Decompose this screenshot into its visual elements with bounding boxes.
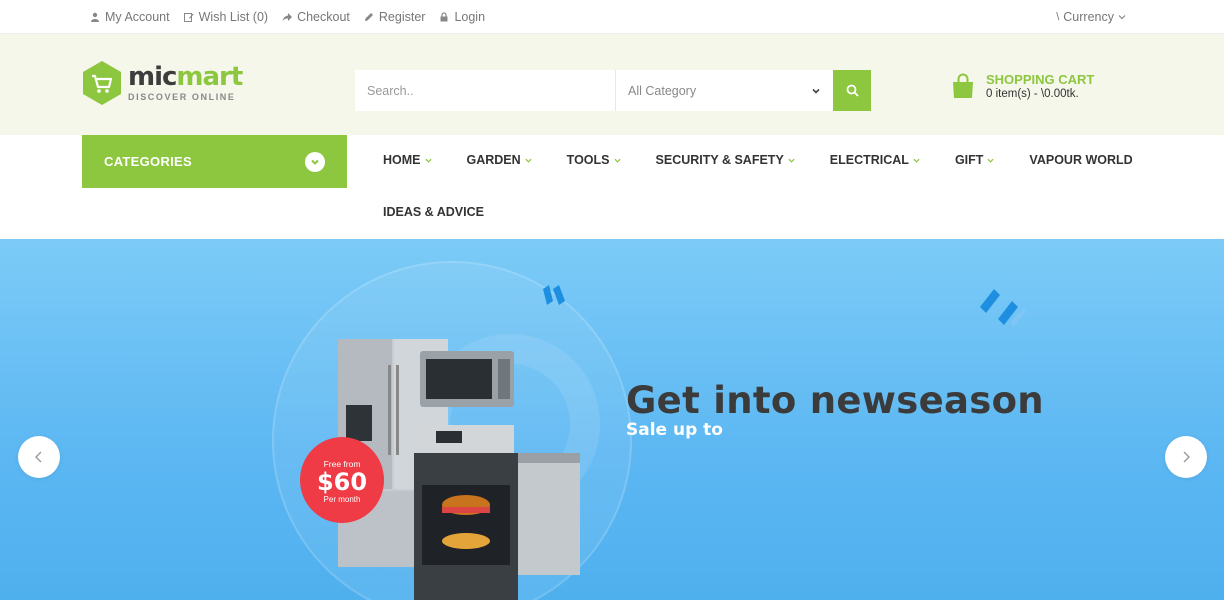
- currency-dropdown[interactable]: \ Currency: [1056, 0, 1126, 34]
- badge-price: $60: [316, 468, 368, 496]
- main-nav-row: HOME GARDEN TOOLS SECURITY & SAFETY ELEC…: [383, 135, 1133, 185]
- checkout-link[interactable]: Checkout: [282, 10, 350, 24]
- chevron-down-icon: [987, 158, 994, 163]
- my-account-link[interactable]: My Account: [90, 10, 170, 24]
- lock-icon: [440, 12, 448, 22]
- chevron-right-icon: [1183, 451, 1190, 463]
- register-label: Register: [378, 10, 426, 24]
- search-button[interactable]: [833, 70, 871, 111]
- pencil-icon: [364, 13, 373, 21]
- logo-mart: mart: [176, 62, 243, 92]
- chevron-left-icon: [35, 451, 42, 463]
- nav-item-label: TOOLS: [566, 153, 610, 167]
- shopping-cart[interactable]: SHOPPING CART 0 item(s) - \0.00tk.: [952, 72, 1094, 100]
- login-label: Login: [454, 10, 486, 24]
- cart-hexagon-logo-icon: [83, 61, 121, 105]
- main-nav-row-2: IDEAS & ADVICE: [383, 185, 1103, 239]
- nav-item-label: VAPOUR WORLD: [1029, 153, 1133, 167]
- nav-item-label: IDEAS & ADVICE: [383, 205, 484, 219]
- chevron-down-icon: [424, 158, 432, 163]
- account-links: My Account Wish List (0) Checkout Regist…: [90, 0, 485, 34]
- chevron-down-icon: [525, 158, 532, 163]
- hero-subtitle: Sale up to: [626, 420, 723, 440]
- category-select-value: All Category: [628, 83, 697, 98]
- nav-item-label: SECURITY & SAFETY: [655, 153, 784, 167]
- shopping-bag-icon: [953, 73, 973, 98]
- login-link[interactable]: Login: [439, 10, 485, 24]
- slider-prev-button[interactable]: [18, 436, 60, 478]
- logo-wordmark: micmart: [128, 62, 243, 92]
- logo-tagline: DISCOVER ONLINE: [128, 92, 236, 102]
- chevron-down-icon: [311, 159, 319, 165]
- nav-item-garden[interactable]: GARDEN: [467, 153, 532, 167]
- top-bar: My Account Wish List (0) Checkout Regist…: [0, 0, 1224, 34]
- categories-toggle: [305, 151, 325, 172]
- decorative-stripes-icon: [543, 285, 565, 305]
- nav-item-gift[interactable]: GIFT: [955, 153, 994, 167]
- nav-item-label: HOME: [383, 153, 421, 167]
- badge-bottom-text: Per month: [323, 495, 361, 504]
- price-badge: Free from $60 Per month: [300, 437, 384, 523]
- checkout-label: Checkout: [297, 10, 350, 24]
- hero-title: Get into newseason: [626, 379, 1044, 422]
- logo-mic: mic: [128, 62, 177, 92]
- wish-list-link[interactable]: Wish List (0): [183, 10, 269, 24]
- chevron-down-icon: [613, 158, 621, 163]
- categories-label: CATEGORIES: [104, 154, 192, 169]
- nav-item-security-safety[interactable]: SECURITY & SAFETY: [656, 153, 795, 167]
- nav-item-ideas-advice[interactable]: IDEAS & ADVICE: [383, 205, 484, 219]
- search-bar: All Category: [355, 70, 871, 111]
- site-header: micmart DISCOVER ONLINE All Category SHO…: [0, 34, 1224, 135]
- user-icon: [91, 12, 99, 22]
- my-account-label: My Account: [105, 10, 170, 24]
- nav-item-electrical[interactable]: ELECTRICAL: [830, 153, 920, 167]
- cart-text: SHOPPING CART 0 item(s) - \0.00tk.: [986, 72, 1094, 100]
- search-icon: [846, 84, 859, 97]
- wish-list-label: Wish List (0): [198, 10, 269, 24]
- logo-text: micmart DISCOVER ONLINE: [128, 62, 243, 102]
- logo[interactable]: micmart DISCOVER ONLINE: [82, 60, 243, 106]
- chevron-down-icon: [788, 158, 795, 163]
- nav-item-home[interactable]: HOME: [383, 153, 432, 167]
- nav-item-tools[interactable]: TOOLS: [567, 153, 621, 167]
- chevron-down-icon: [913, 158, 920, 163]
- main-nav: HOME GARDEN TOOLS SECURITY & SAFETY ELEC…: [383, 135, 1133, 239]
- edit-icon: [183, 13, 194, 22]
- currency-symbol: \: [1056, 11, 1060, 23]
- categories-menu-button[interactable]: CATEGORIES: [82, 135, 347, 188]
- hero-slider: Free from $60 Per month Get into newseas…: [0, 239, 1224, 600]
- nav-item-vapour-world[interactable]: VAPOUR WORLD: [1029, 153, 1132, 167]
- category-select[interactable]: All Category: [615, 70, 833, 111]
- chevron-down-icon: [1118, 15, 1126, 20]
- currency-label: Currency: [1063, 10, 1114, 24]
- search-input[interactable]: [355, 70, 615, 111]
- decorative-stripes-icon: [980, 289, 1026, 327]
- nav-item-label: GIFT: [954, 153, 984, 167]
- share-icon: [282, 13, 293, 22]
- chevron-down-icon: [812, 88, 820, 94]
- nav-item-label: GARDEN: [466, 153, 521, 167]
- register-link[interactable]: Register: [364, 10, 426, 24]
- cart-title: SHOPPING CART: [986, 72, 1095, 87]
- slider-next-button[interactable]: [1165, 436, 1207, 478]
- nav-item-label: ELECTRICAL: [829, 153, 909, 167]
- cart-summary: 0 item(s) - \0.00tk.: [986, 88, 1079, 100]
